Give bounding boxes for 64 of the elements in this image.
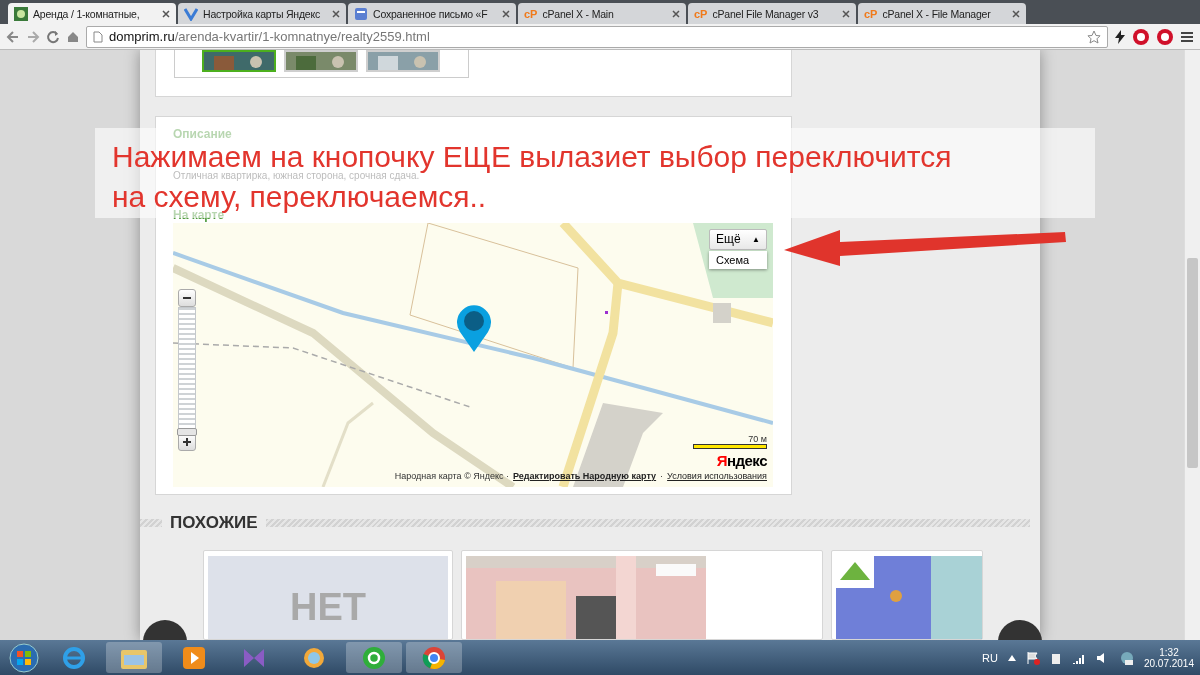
browser-tab[interactable]: cP cPanel X - Main [518, 3, 686, 24]
flag-icon[interactable] [1025, 650, 1040, 665]
zoom-slider-thumb[interactable] [177, 428, 197, 437]
map-icon [184, 6, 198, 21]
cpanel-icon: cP [864, 7, 878, 20]
scrollbar[interactable] [1184, 50, 1200, 640]
browser-tab[interactable]: cP cPanel File Manager v3 [688, 3, 856, 24]
map-logo: Яндекс [716, 451, 767, 469]
cpanel-icon: cP [524, 7, 538, 20]
taskbar-button[interactable] [406, 642, 462, 673]
separator-text: · [660, 470, 664, 481]
lightning-icon[interactable] [1114, 29, 1126, 44]
edit-map-link[interactable]: Редактировать Народную карту [513, 470, 657, 481]
reload-icon[interactable] [46, 29, 60, 44]
cpanel-icon: cP [694, 7, 708, 20]
back-icon[interactable] [6, 29, 20, 44]
photo-thumbnail[interactable] [366, 50, 440, 72]
section-title: ПОХОЖИЕ [170, 513, 258, 533]
stop-sign-icon[interactable] [1132, 27, 1150, 46]
menu-icon[interactable] [1180, 30, 1194, 43]
close-icon[interactable] [162, 9, 170, 18]
close-icon[interactable] [1012, 9, 1020, 18]
play-icon [183, 646, 205, 669]
browser-tab[interactable]: Сохраненное письмо «F [348, 3, 516, 24]
listing-preview-card[interactable] [461, 550, 823, 640]
page-icon [93, 30, 103, 43]
browser-tab[interactable]: Настройка карты Яндекс [178, 3, 346, 24]
star-icon[interactable] [1087, 29, 1101, 44]
close-icon[interactable] [842, 9, 850, 18]
chrome-icon [422, 645, 446, 670]
section-heading: Описание [173, 127, 232, 140]
browser-icon [62, 645, 86, 670]
credits-text: Народная карта © Яндекс · [394, 470, 510, 481]
close-icon[interactable] [332, 9, 340, 18]
layers-button[interactable]: Ещё ▲ [709, 228, 767, 250]
close-icon[interactable] [672, 9, 680, 18]
browser-tab[interactable]: Аренда / 1-комнатные, [8, 3, 176, 24]
scale-label: 70 м [748, 433, 767, 444]
close-icon[interactable] [502, 9, 510, 18]
annotation-text: на схему, переключаемся.. [112, 182, 487, 211]
plus-icon [182, 436, 192, 447]
document-icon [354, 6, 368, 21]
photo-thumbnail[interactable] [284, 50, 358, 72]
address-bar[interactable]: domprim.ru/arenda-kvartir/1-komnatnye/realty2559.html [86, 25, 1108, 48]
image-icon [14, 6, 28, 21]
zoom-slider[interactable] [178, 306, 196, 433]
sun-icon [302, 645, 326, 670]
clock-date[interactable]: 20.07.2014 [1143, 657, 1194, 669]
taskbar-button[interactable] [346, 642, 402, 673]
map-pin-icon[interactable] [455, 304, 493, 353]
start-button[interactable] [6, 641, 42, 674]
menu-item[interactable]: Схема [709, 250, 767, 269]
network-icon[interactable] [1119, 650, 1134, 665]
photo-thumbnail[interactable] [202, 50, 276, 72]
home-icon[interactable] [66, 29, 80, 44]
language-indicator[interactable]: RU [982, 651, 998, 664]
terms-link[interactable]: Условия использования [667, 470, 767, 481]
caret-icon[interactable] [1007, 654, 1016, 661]
stop-sign-icon[interactable] [1156, 27, 1174, 46]
annotation-text: Нажимаем на кнопочку ЕЩЕ вылазиет выбор переключится [112, 142, 952, 171]
clock-time[interactable]: 1:32 [1159, 646, 1179, 658]
browser-tab[interactable]: cP cPanel X - File Manager [858, 3, 1026, 24]
bowtie-icon [242, 646, 266, 669]
description-text: Отличная квартирка, южная сторона, срочная сдача. [173, 170, 420, 181]
